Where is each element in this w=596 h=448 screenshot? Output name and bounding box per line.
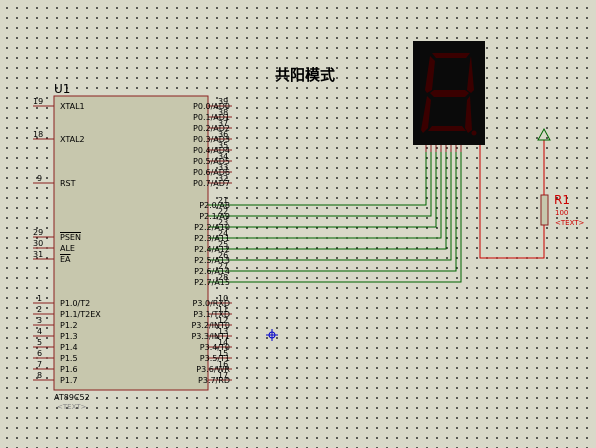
resistor-r1-body[interactable] — [540, 194, 549, 226]
pin-label: P1.4 — [60, 343, 78, 352]
display-pin-stubs — [425, 145, 462, 152]
pin-number: 29 — [33, 228, 44, 237]
pin-number: 19 — [33, 97, 44, 106]
pin-number: 7 — [37, 360, 43, 369]
pin-number: 3 — [37, 316, 43, 325]
pin-number: 30 — [33, 239, 44, 248]
pin-number: 9 — [37, 174, 43, 183]
p2-to-display-wires — [208, 145, 462, 283]
pin-label: P1.1/T2EX — [60, 310, 101, 319]
crosshair-marker-icon — [266, 329, 278, 341]
pin-number: 31 — [33, 250, 44, 259]
pin-label: P2.7/A15 — [194, 278, 230, 287]
pin-number: 4 — [37, 327, 43, 336]
schematic-canvas[interactable]: 共阳模式 U1 AT89C52 <TEXT> 19 XTAL1 18 XTAL2… — [0, 0, 596, 448]
pin-number: 5 — [37, 338, 43, 347]
pin-label: XTAL1 — [60, 102, 85, 111]
diagram-title: 共阳模式 — [275, 66, 336, 84]
power-terminal-icon[interactable] — [537, 127, 551, 141]
resistor-value: 100 — [555, 209, 569, 217]
resistor-text-placeholder: <TEXT> — [555, 219, 585, 227]
pin-label: PSEN — [60, 233, 81, 242]
pin-number: 18 — [33, 130, 44, 139]
mcu-reference: U1 — [54, 82, 71, 96]
pin-label: EA — [60, 255, 71, 264]
pin-number: 8 — [37, 371, 43, 380]
pin-label: P1.6 — [60, 365, 78, 374]
pin-label: P1.3 — [60, 332, 78, 341]
pin-label: P1.7 — [60, 376, 78, 385]
pin-label: P3.7/RD — [198, 376, 230, 385]
pin-label: XTAL2 — [60, 135, 85, 144]
pin-label: P0.7/AD7 — [193, 179, 230, 188]
mcu-part-number: AT89C52 — [54, 393, 90, 402]
pin-label: P1.2 — [60, 321, 78, 330]
pin-label: P1.0/T2 — [60, 299, 91, 308]
pin-number: 2 — [37, 305, 43, 314]
mcu-text-placeholder: <TEXT> — [57, 403, 87, 411]
pin-label: RST — [60, 179, 76, 188]
pin-number: 6 — [37, 349, 43, 358]
pin-number: 1 — [37, 294, 43, 303]
pin-label: ALE — [60, 244, 75, 253]
resistor-reference: R1 — [554, 193, 570, 207]
common-anode-wire — [479, 145, 545, 259]
pin-label: P1.5 — [60, 354, 78, 363]
